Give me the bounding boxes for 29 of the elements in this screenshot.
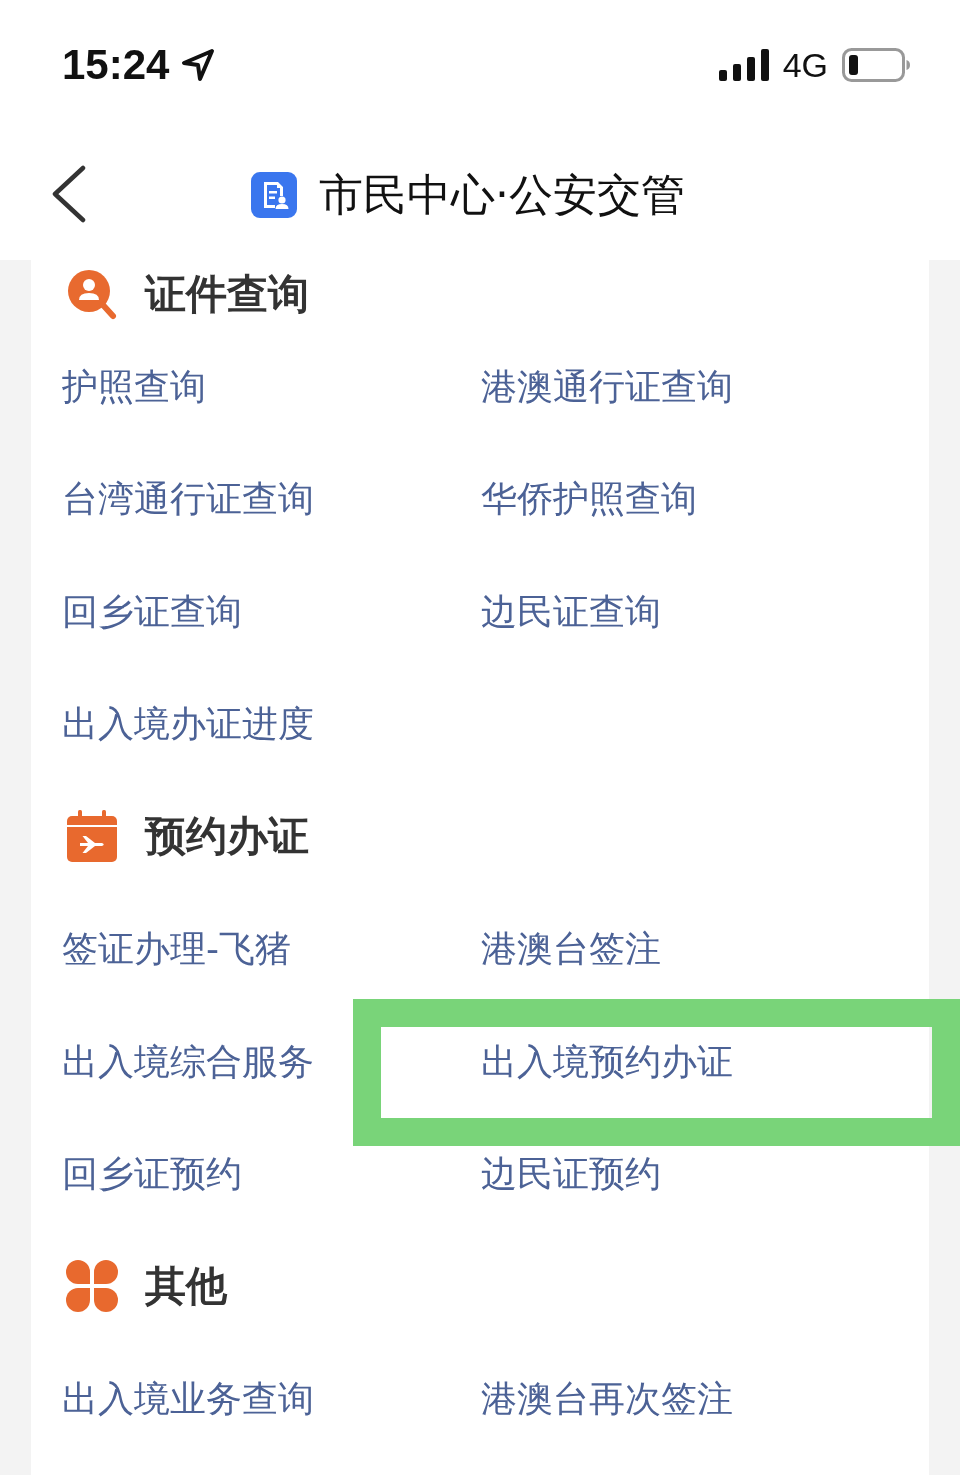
status-time: 15:24 [62,44,170,86]
service-link[interactable]: 护照查询 [62,364,206,408]
service-link[interactable]: 回乡证预约 [62,1152,242,1196]
service-link[interactable]: 出入境办证进度 [62,702,314,746]
section-title: 证件查询 [145,270,309,320]
calendar-plane-icon [66,810,118,863]
service-link[interactable]: 签证办理-飞猪 [62,927,291,971]
service-link[interactable]: 出入境业务查询 [62,1377,314,1421]
location-arrow-icon [181,48,216,82]
clover-grid-icon [66,1260,118,1313]
person-search-icon [66,269,118,321]
section-title: 其他 [145,1261,227,1311]
service-link[interactable]: 回乡证查询 [62,589,242,633]
battery-icon [842,48,910,82]
page-title: 市民中心·公安交管 [319,168,685,222]
document-person-icon [251,172,297,218]
service-link[interactable]: 边民证预约 [481,1152,661,1196]
section-title: 预约办证 [145,811,309,861]
service-link[interactable]: 港澳台签注 [481,927,661,971]
service-link[interactable]: 边民证查询 [481,589,661,633]
service-link[interactable]: 港澳通行证查询 [481,364,733,408]
service-link[interactable]: 华侨护照查询 [481,477,697,521]
signal-icon [718,49,769,81]
service-link[interactable]: 出入境综合服务 [62,1039,314,1083]
service-link[interactable]: 出入境预约办证 [481,1039,733,1083]
back-icon [50,165,86,223]
service-link[interactable]: 港澳台再次签注 [481,1377,733,1421]
network-label: 4G [782,48,828,82]
service-link[interactable]: 台湾通行证查询 [62,477,314,521]
